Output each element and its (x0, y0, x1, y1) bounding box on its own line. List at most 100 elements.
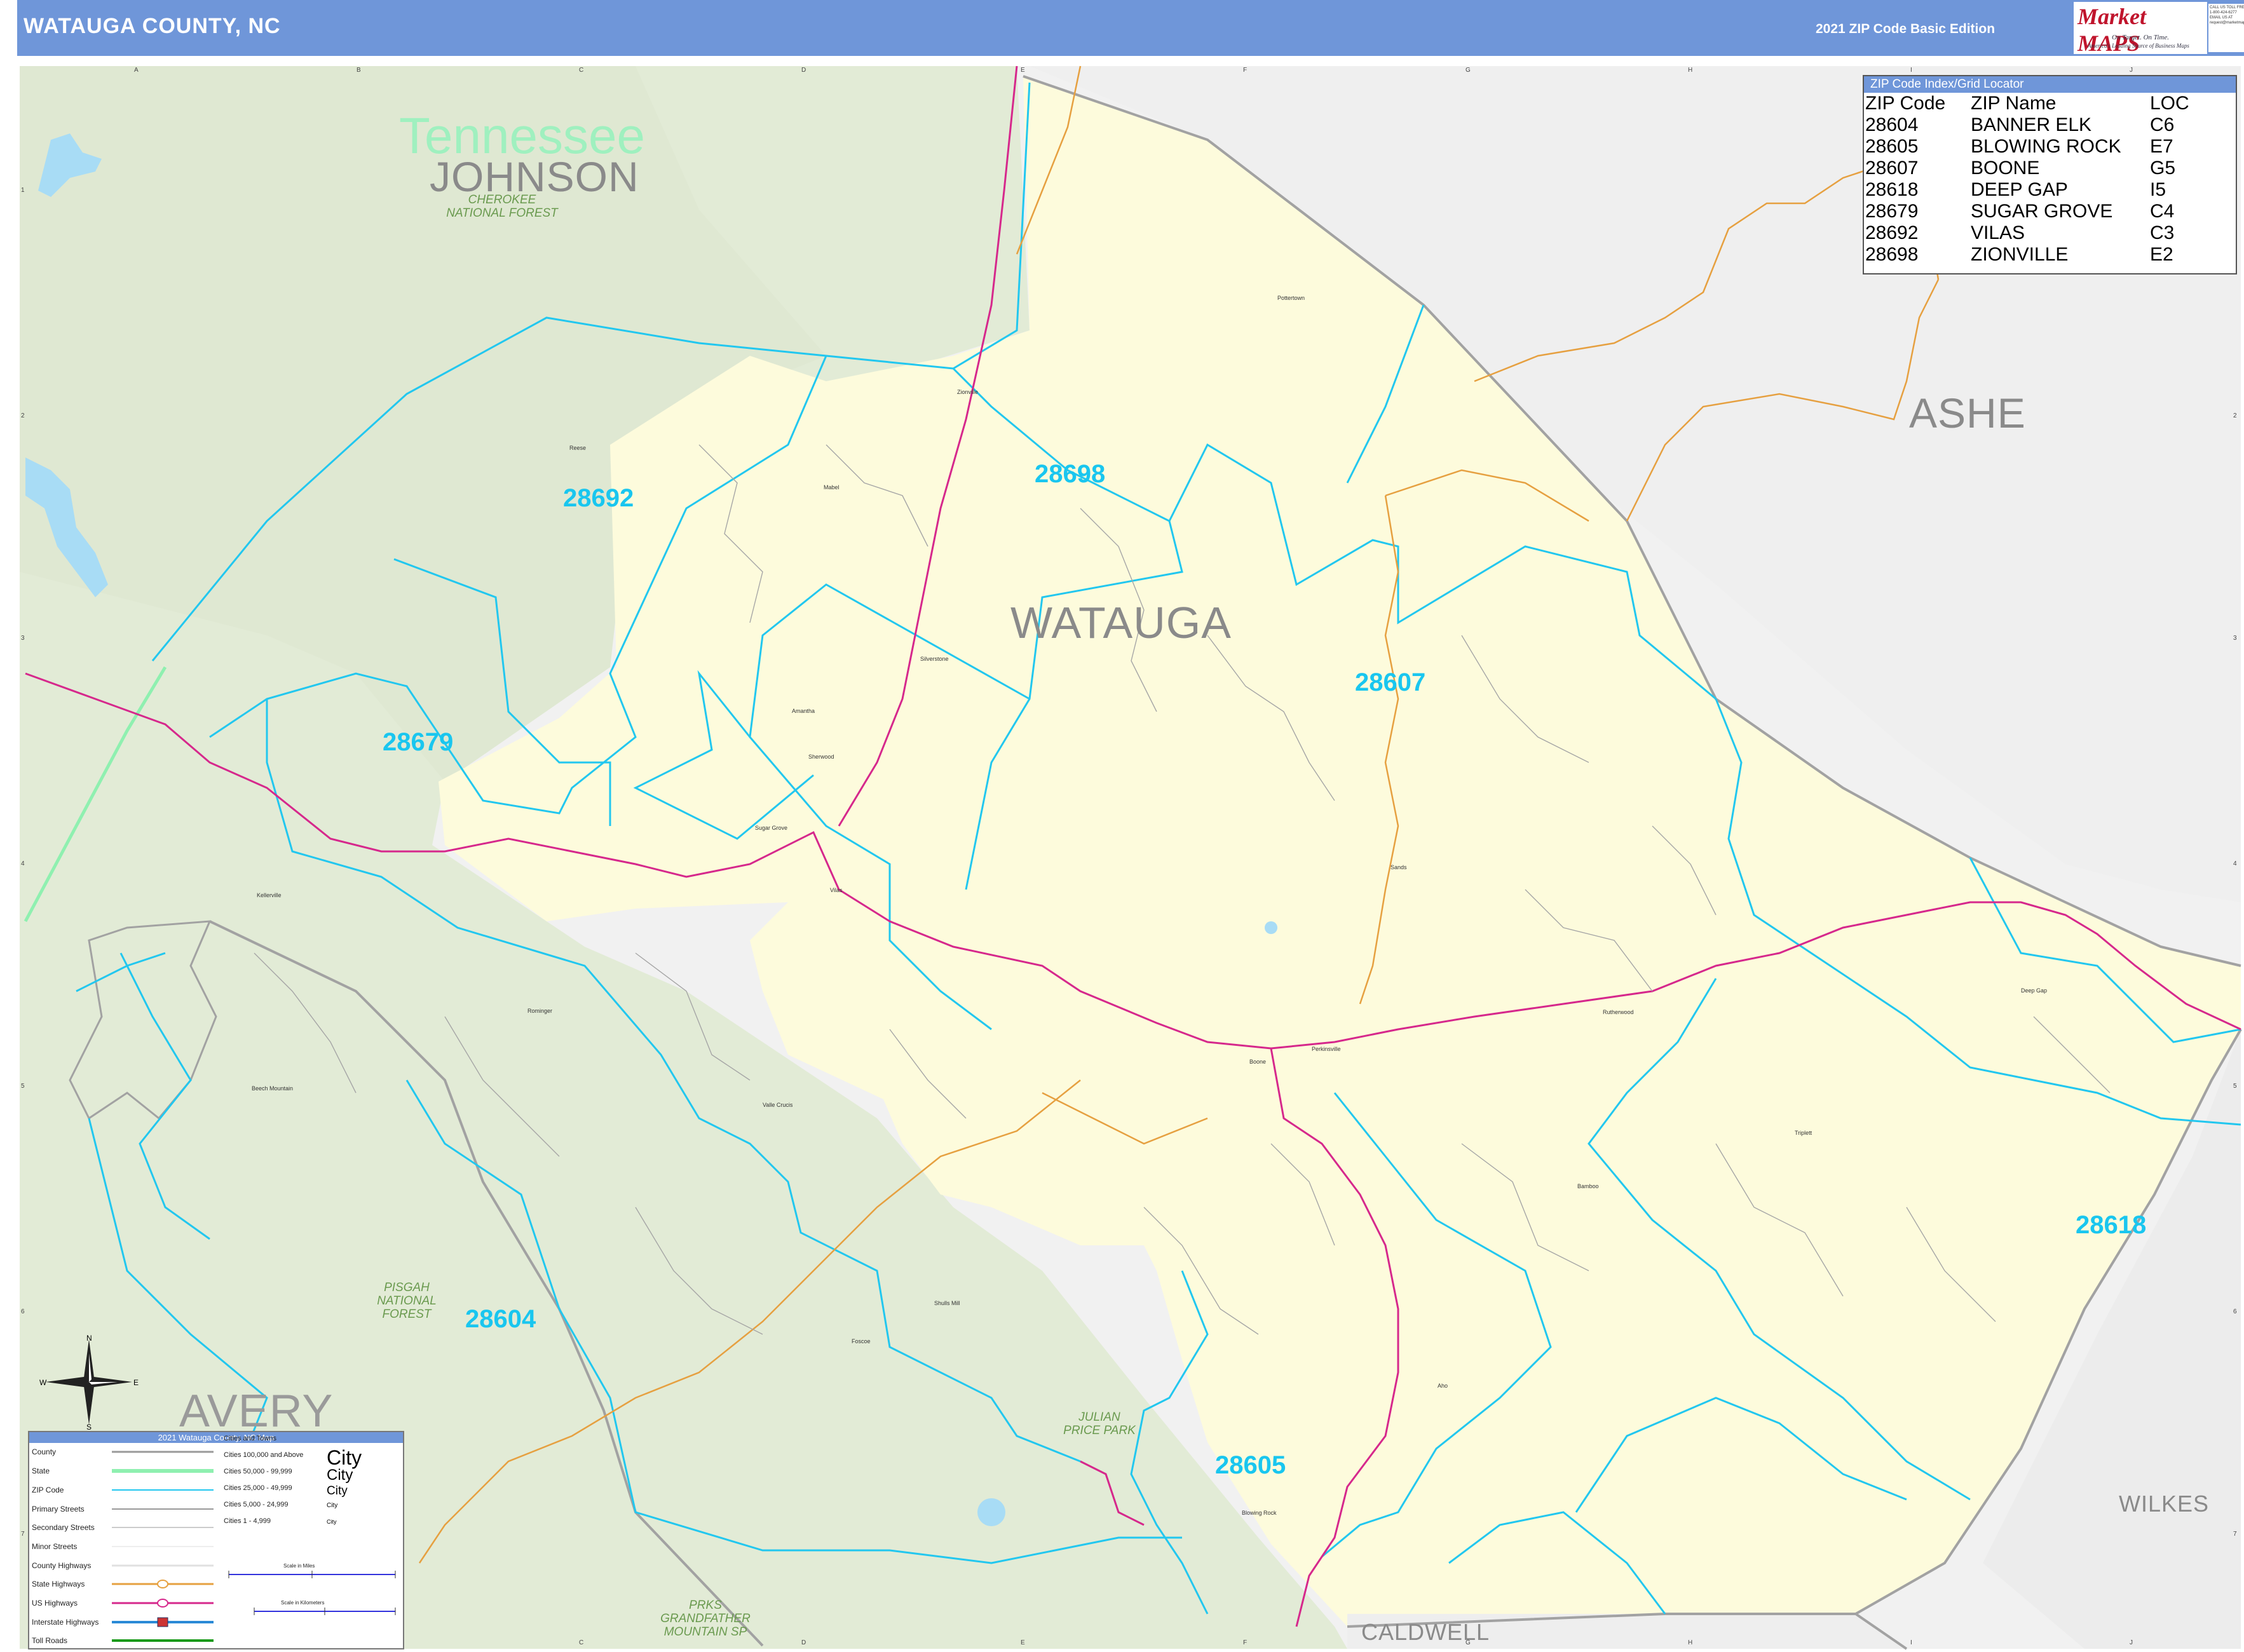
grid-column-label: J (2130, 1639, 2133, 1646)
scale-bar-km (254, 1608, 396, 1615)
legend-cities-title: Cities and Towns (224, 1435, 276, 1442)
zip-index-row[interactable]: 28605 BLOWING ROCK E7 (1865, 136, 2224, 158)
zip-loc-cell: E7 (2150, 136, 2173, 157)
grid-column-label: J (2130, 67, 2133, 74)
grid-row-label: 7 (2233, 1531, 2237, 1538)
zip-loc-cell: E2 (2150, 244, 2173, 265)
zip-code-cell: 28679 (1865, 201, 1919, 222)
town-label[interactable]: Silverstone (920, 656, 949, 662)
zip-loc-cell: I5 (2150, 179, 2166, 200)
zip-label-28679[interactable]: 28679 (383, 728, 453, 757)
town-label[interactable]: Beech Mountain (252, 1085, 293, 1092)
zip-index-row[interactable]: 28604 BANNER ELK C6 (1865, 114, 2224, 136)
zip-index-row[interactable]: 28679 SUGAR GROVE C4 (1865, 201, 2224, 222)
town-label[interactable]: Vilas (830, 887, 842, 893)
legend-line-swatches (112, 1451, 214, 1642)
forest-label-julian-price: JULIAN PRICE PARK (1063, 1411, 1136, 1437)
zip-loc-cell: C3 (2150, 222, 2175, 243)
legend-city-symbol: City (327, 1484, 348, 1498)
grid-row-label: 1 (21, 187, 25, 194)
scale-bar-miles (228, 1571, 396, 1578)
town-label[interactable]: Rutherwood (1603, 1009, 1634, 1015)
zip-name-cell: ZIONVILLE (1971, 244, 2069, 265)
zip-index-row[interactable]: 28618 DEEP GAP I5 (1865, 179, 2224, 201)
grid-row-label: 6 (21, 1308, 25, 1315)
grid-row-label: 2 (21, 412, 25, 419)
zip-index-table: ZIP Code ZIP Name LOC 28604 BANNER ELK C… (1865, 93, 2224, 266)
compass-s-label: S (86, 1423, 92, 1430)
legend-city-symbol: City (327, 1502, 338, 1509)
grid-row-label: 6 (2233, 1308, 2237, 1315)
town-label[interactable]: Mabel (824, 484, 840, 491)
town-label[interactable]: Blowing Rock (1242, 1510, 1277, 1516)
grid-columns-top: A B C D E F G H I J (20, 67, 2241, 76)
zip-index-row[interactable]: 28607 BOONE G5 (1865, 158, 2224, 179)
zip-index-header-row: ZIP Code ZIP Name LOC (1865, 93, 2224, 114)
zip-label-28607[interactable]: 28607 (1355, 668, 1425, 697)
zip-code-cell: 28618 (1865, 179, 1919, 200)
legend-item: Minor Streets (32, 1542, 78, 1551)
zip-label-28605[interactable]: 28605 (1215, 1451, 1286, 1480)
grid-column-label: H (1688, 67, 1693, 74)
zip-name-cell: BANNER ELK (1971, 114, 2092, 135)
town-label[interactable]: Sherwood (808, 754, 834, 760)
grid-rows-right: 1 2 3 4 5 6 7 (2233, 66, 2242, 1648)
zip-loc-cell: C6 (2150, 114, 2175, 135)
zip-index-title: ZIP Code Index/Grid Locator (1864, 76, 2236, 93)
legend-item: County Highways (32, 1561, 92, 1570)
town-label[interactable]: Bamboo (1577, 1183, 1599, 1189)
town-label[interactable]: Rominger (527, 1008, 552, 1014)
zip-name-cell: BLOWING ROCK (1971, 136, 2121, 157)
zip-loc-cell: G5 (2150, 158, 2176, 179)
grid-column-label: C (579, 1639, 584, 1646)
legend-item: County (32, 1447, 57, 1456)
legend-item: State (32, 1466, 50, 1475)
town-label[interactable]: Zionville (957, 389, 978, 395)
legend-city-symbol: City (327, 1466, 353, 1484)
town-label[interactable]: Foscoe (852, 1338, 871, 1344)
town-label[interactable]: Pottertown (1277, 295, 1305, 301)
zip-name-cell: SUGAR GROVE (1971, 201, 2113, 222)
town-label[interactable]: Boone (1249, 1059, 1266, 1065)
grid-row-label: 3 (2233, 635, 2237, 642)
town-label[interactable]: Amantha (792, 708, 815, 714)
forest-label-pisgah: PISGAH NATIONAL FOREST (377, 1281, 437, 1321)
legend-item: Interstate Highways (32, 1618, 99, 1627)
zip-index-header: LOC (2150, 93, 2189, 114)
grid-column-label: B (357, 67, 361, 74)
zip-loc-cell: C4 (2150, 201, 2175, 222)
town-label[interactable]: Sugar Grove (755, 825, 787, 831)
forest-label-cherokee: CHEROKEE NATIONAL FOREST (446, 193, 558, 220)
zip-index-row[interactable]: 28698 ZIONVILLE E2 (1865, 244, 2224, 266)
grid-row-label: 2 (2233, 412, 2237, 419)
zip-code-cell: 28607 (1865, 158, 1919, 179)
grid-column-label: G (1465, 67, 1471, 74)
town-label[interactable]: Kellerville (257, 892, 282, 898)
zip-name-cell: DEEP GAP (1971, 179, 2068, 200)
town-label[interactable]: Valle Crucis (763, 1102, 792, 1108)
town-label[interactable]: Perkinsville (1312, 1046, 1341, 1052)
town-label[interactable]: Deep Gap (2021, 987, 2047, 994)
zip-label-28698[interactable]: 28698 (1035, 460, 1105, 489)
town-label[interactable]: Triplett (1795, 1130, 1812, 1136)
grid-column-label: F (1243, 1639, 1248, 1646)
legend-item: Toll Roads (32, 1636, 68, 1645)
compass-rose-icon: N S W E (39, 1334, 139, 1430)
legend-city-class: Cities 100,000 and Above (224, 1451, 304, 1459)
town-label[interactable]: Sands (1391, 864, 1407, 870)
legend-city-class: Cities 25,000 - 49,999 (224, 1484, 292, 1492)
zip-index-row[interactable]: 28692 VILAS C3 (1865, 222, 2224, 244)
county-label-watauga: WATAUGA (1010, 598, 1232, 647)
zip-label-28692[interactable]: 28692 (563, 484, 634, 513)
forest-label-grandfather: PRKS GRANDFATHER MOUNTAIN SP (660, 1599, 751, 1639)
zip-label-28618[interactable]: 28618 (2076, 1211, 2146, 1240)
town-label[interactable]: Aho (1438, 1383, 1448, 1389)
town-label[interactable]: Reese (569, 445, 586, 451)
county-label-ashe: ASHE (1909, 389, 2026, 437)
town-label[interactable]: Shulls Mill (934, 1300, 960, 1306)
legend-title: 2021 Watauga County, NC Map (29, 1432, 403, 1443)
zip-label-28604[interactable]: 28604 (465, 1305, 536, 1334)
grid-column-label: A (134, 67, 139, 74)
compass-n-label: N (86, 1334, 92, 1343)
zip-code-cell: 28692 (1865, 222, 1919, 243)
